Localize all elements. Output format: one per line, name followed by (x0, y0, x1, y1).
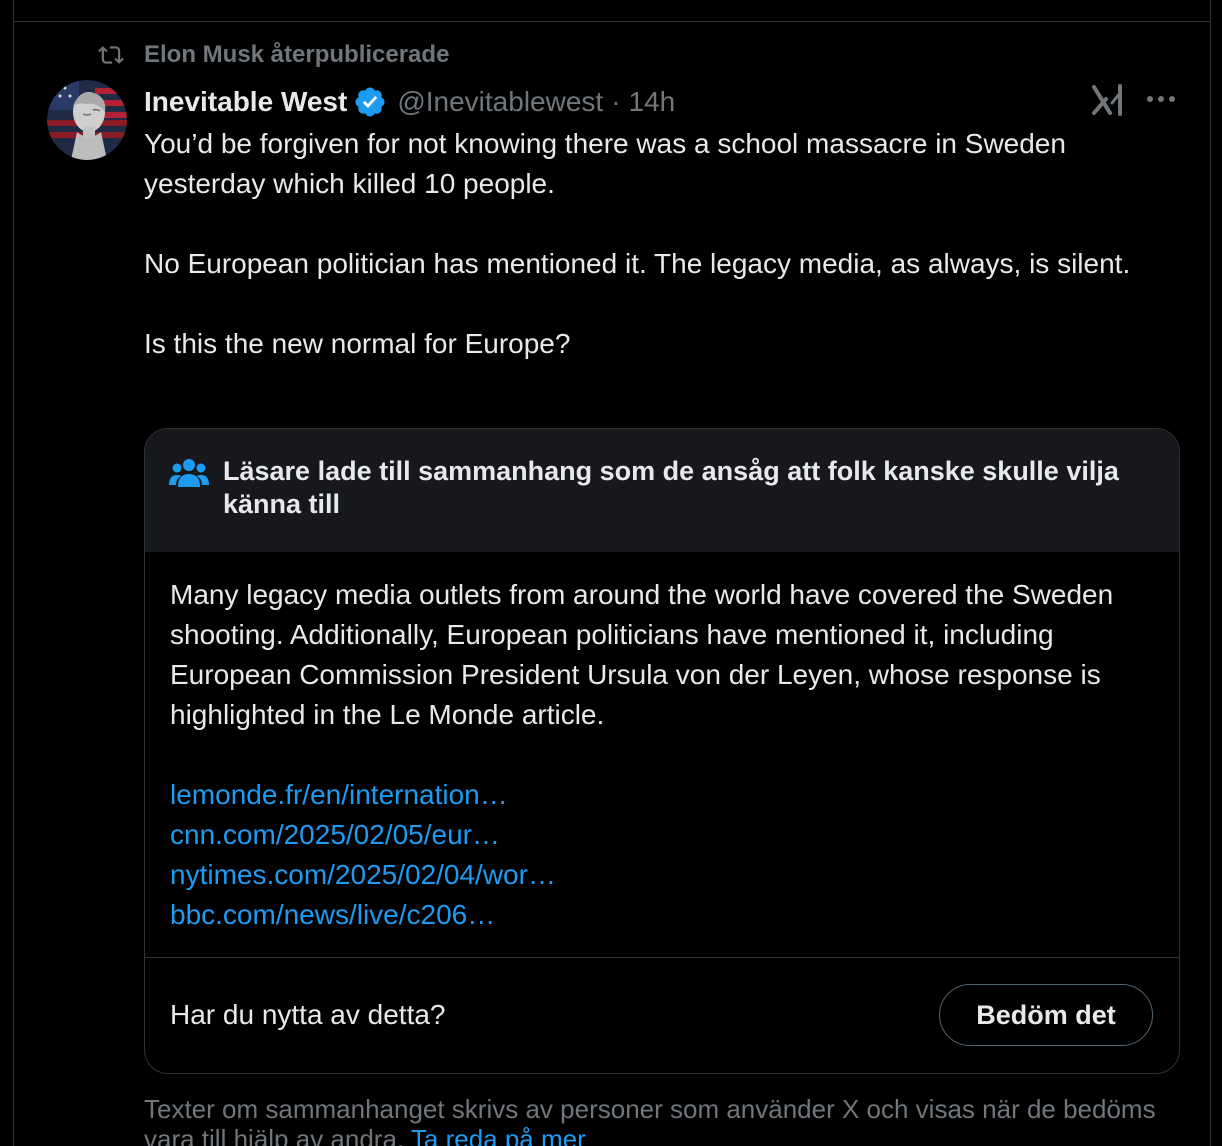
people-icon (169, 457, 209, 489)
tweet-paragraph: Is this the new normal for Europe? (144, 328, 571, 359)
source-link-bbc[interactable]: bbc.com/news/live/c206… (170, 895, 556, 935)
author-handle[interactable]: @Inevitablewest (397, 86, 603, 118)
community-note: Läsare lade till sammanhang som de ansåg… (144, 428, 1180, 1074)
author-name[interactable]: Inevitable West (144, 86, 347, 118)
divider (145, 957, 1179, 958)
more-options-icon[interactable] (1142, 84, 1180, 114)
learn-more-link[interactable]: Ta reda på mer (411, 1124, 586, 1146)
helpful-question: Har du nytta av detta? (170, 999, 446, 1030)
avatar[interactable] (47, 80, 127, 160)
community-note-header: Läsare lade till sammanhang som de ansåg… (145, 429, 1179, 552)
tweet-text: You’d be forgiven for not knowing there … (144, 124, 1184, 404)
community-note-title: Läsare lade till sammanhang som de ansåg… (223, 456, 1119, 519)
footer-text: Texter om sammanhanget skrivs av persone… (144, 1094, 1156, 1146)
rate-it-button[interactable]: Bedöm det (939, 984, 1153, 1046)
tweet-paragraph: No European politician has mentioned it.… (144, 248, 1131, 279)
source-link-lemonde[interactable]: lemonde.fr/en/internation… (170, 775, 556, 815)
tweet-header: Inevitable West @Inevitablewest · 14h (144, 82, 675, 122)
tweet[interactable]: Elon Musk återpublicerade Inevitable Wes… (13, 22, 1211, 1146)
tweet-paragraph: You’d be forgiven for not knowing there … (144, 128, 1066, 199)
repost-label[interactable]: Elon Musk återpublicerade (144, 41, 449, 69)
post-time[interactable]: 14h (629, 86, 676, 118)
community-note-footer: Texter om sammanhanget skrivs av persone… (144, 1094, 1204, 1146)
repost-icon (94, 40, 128, 70)
source-link-cnn[interactable]: cnn.com/2025/02/05/eur… (170, 815, 556, 855)
previous-post-panel (13, 0, 1211, 22)
verified-badge-icon[interactable] (353, 85, 387, 119)
grok-icon[interactable] (1090, 83, 1126, 117)
community-note-links: lemonde.fr/en/internation… cnn.com/2025/… (170, 775, 556, 935)
repost-context[interactable]: Elon Musk återpublicerade (94, 40, 449, 70)
community-note-body: Many legacy media outlets from around th… (170, 579, 1114, 730)
separator-dot: · (611, 86, 621, 117)
source-link-nytimes[interactable]: nytimes.com/2025/02/04/wor… (170, 855, 556, 895)
